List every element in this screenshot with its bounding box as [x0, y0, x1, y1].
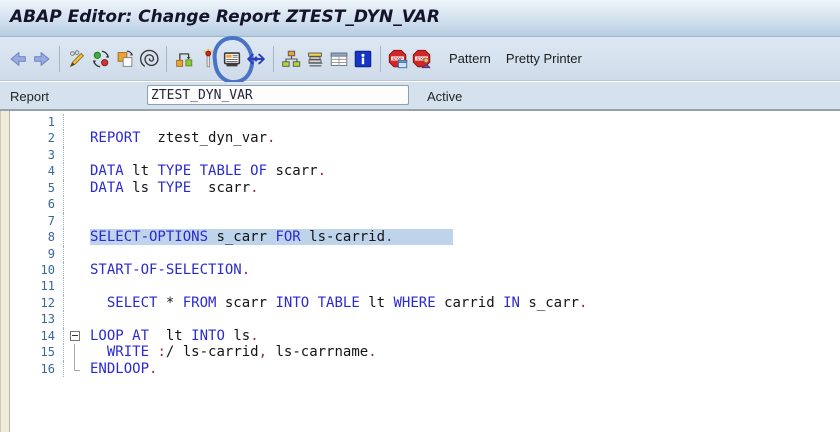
fold-margin: [64, 344, 86, 362]
code-text[interactable]: LOOP AT lt INTO ls.: [86, 328, 259, 344]
fold-margin: [64, 147, 86, 163]
other-object-icon[interactable]: [89, 46, 113, 72]
code-text[interactable]: SELECT-OPTIONS s_carr FOR ls-carrid.: [86, 229, 453, 246]
line-number[interactable]: 6: [11, 196, 64, 213]
line-number[interactable]: 16: [11, 360, 64, 377]
check-icon[interactable]: [137, 46, 161, 72]
code-line: 4 DATA lt TYPE TABLE OF scarr.: [11, 163, 840, 180]
code-line: 7: [11, 212, 840, 230]
code-line: 10 START-OF-SELECTION.: [11, 261, 840, 279]
toolbar-separator: [166, 45, 167, 72]
copy-icon[interactable]: [113, 46, 137, 72]
toolbar-icons: STOP STOP: [6, 45, 434, 72]
line-number[interactable]: 2: [11, 130, 64, 147]
line-number[interactable]: 14: [11, 327, 64, 345]
line-number[interactable]: 8: [11, 229, 64, 246]
line-number[interactable]: 13: [11, 311, 64, 328]
assign-icon[interactable]: [172, 46, 196, 72]
nav-stack-icon[interactable]: [303, 46, 327, 72]
fold-margin: [64, 130, 86, 146]
code-line: 16 ENDLOOP.: [11, 360, 840, 377]
code-line: 8 SELECT-OPTIONS s_carr FOR ls-carrid.: [11, 229, 840, 246]
code-line: 13: [11, 311, 840, 328]
code-line: 12 SELECT * FROM scarr INTO TABLE lt WHE…: [11, 294, 840, 312]
line-number[interactable]: 1: [11, 114, 64, 131]
code-text[interactable]: [86, 246, 90, 262]
code-line: 9: [11, 245, 840, 262]
object-list-icon[interactable]: [279, 46, 303, 72]
code-text[interactable]: WRITE :/ ls-carrid, ls-carrname.: [86, 344, 377, 360]
code-text[interactable]: [86, 213, 90, 229]
line-number[interactable]: 10: [11, 261, 64, 279]
toolbar-separator: [380, 45, 381, 72]
info-icon[interactable]: [351, 46, 375, 72]
breakpoint-margin[interactable]: [0, 111, 10, 432]
code-lines: 1 2 REPORT ztest_dyn_var. 3 4 DATA lt TYPE TA…: [11, 114, 840, 377]
fold-margin: [64, 163, 86, 179]
code-line: 15 WRITE :/ ls-carrid, ls-carrname.: [11, 344, 840, 362]
report-bar: Report Active: [0, 82, 840, 111]
fold-margin: [64, 246, 86, 262]
fold-toggle-icon[interactable]: [64, 328, 86, 344]
code-text[interactable]: DATA ls TYPE scarr.: [86, 180, 259, 196]
line-number[interactable]: 12: [11, 294, 64, 312]
line-number[interactable]: 9: [11, 245, 64, 262]
line-number[interactable]: 5: [11, 179, 64, 197]
code-line: 11: [11, 278, 840, 295]
test-icon[interactable]: [220, 46, 244, 72]
table-view-icon[interactable]: [327, 46, 351, 72]
code-text[interactable]: ENDLOOP.: [86, 361, 157, 377]
forward-icon[interactable]: [30, 46, 54, 72]
report-label: Report: [10, 89, 50, 104]
toolbar: STOP STOP Pattern Pretty Printer: [0, 37, 840, 81]
fold-margin: [64, 262, 86, 278]
fold-margin: [64, 295, 86, 311]
line-number[interactable]: 11: [11, 278, 64, 295]
fold-margin: [64, 311, 86, 327]
code-line: 3: [11, 146, 840, 164]
code-text[interactable]: [86, 196, 90, 212]
code-line: 6: [11, 196, 840, 213]
back-icon[interactable]: [6, 46, 30, 72]
page-title: ABAP Editor: Change Report ZTEST_DYN_VAR: [10, 7, 440, 27]
watchpoint-icon[interactable]: STOP: [410, 46, 434, 72]
title-bar: ABAP Editor: Change Report ZTEST_DYN_VAR: [0, 0, 840, 37]
line-number[interactable]: 3: [11, 146, 64, 164]
code-line: 1: [11, 114, 840, 131]
fold-margin: [64, 229, 86, 245]
fold-margin: [64, 213, 86, 229]
report-name-input[interactable]: [147, 85, 409, 105]
fold-margin: [64, 196, 86, 212]
code-line: 14 LOOP AT lt INTO ls.: [11, 327, 840, 345]
code-text[interactable]: [86, 278, 90, 294]
line-number[interactable]: 4: [11, 163, 64, 180]
fold-margin: [64, 278, 86, 294]
where-used-icon[interactable]: [244, 46, 268, 72]
status-badge: Active: [427, 89, 463, 104]
code-text[interactable]: START-OF-SELECTION.: [86, 262, 250, 278]
activate-icon[interactable]: [196, 46, 220, 72]
toolbar-separator: [273, 45, 274, 72]
breakpoint-icon[interactable]: STOP: [386, 46, 410, 72]
code-text[interactable]: [86, 114, 90, 130]
code-editor: 1 2 REPORT ztest_dyn_var. 3 4 DATA lt TYPE TA…: [0, 111, 840, 432]
code-text[interactable]: DATA lt TYPE TABLE OF scarr.: [86, 163, 326, 179]
code-text[interactable]: [86, 311, 90, 327]
code-text[interactable]: [86, 147, 90, 163]
code-line: 2 REPORT ztest_dyn_var.: [11, 130, 840, 147]
toolbar-separator: [59, 45, 60, 72]
code-text[interactable]: REPORT ztest_dyn_var.: [86, 130, 275, 146]
fold-margin: [64, 360, 86, 377]
pattern-button[interactable]: Pattern: [449, 51, 491, 66]
code-line: 5 DATA ls TYPE scarr.: [11, 179, 840, 197]
code-text[interactable]: SELECT * FROM scarr INTO TABLE lt WHERE …: [86, 295, 588, 311]
line-number[interactable]: 7: [11, 212, 64, 230]
display-change-icon[interactable]: [65, 46, 89, 72]
highlighted-statement[interactable]: SELECT-OPTIONS s_carr FOR ls-carrid.: [90, 229, 453, 246]
fold-margin: [64, 180, 86, 196]
fold-margin: [64, 114, 86, 130]
pretty-printer-button[interactable]: Pretty Printer: [506, 51, 582, 66]
line-number[interactable]: 15: [11, 344, 64, 361]
